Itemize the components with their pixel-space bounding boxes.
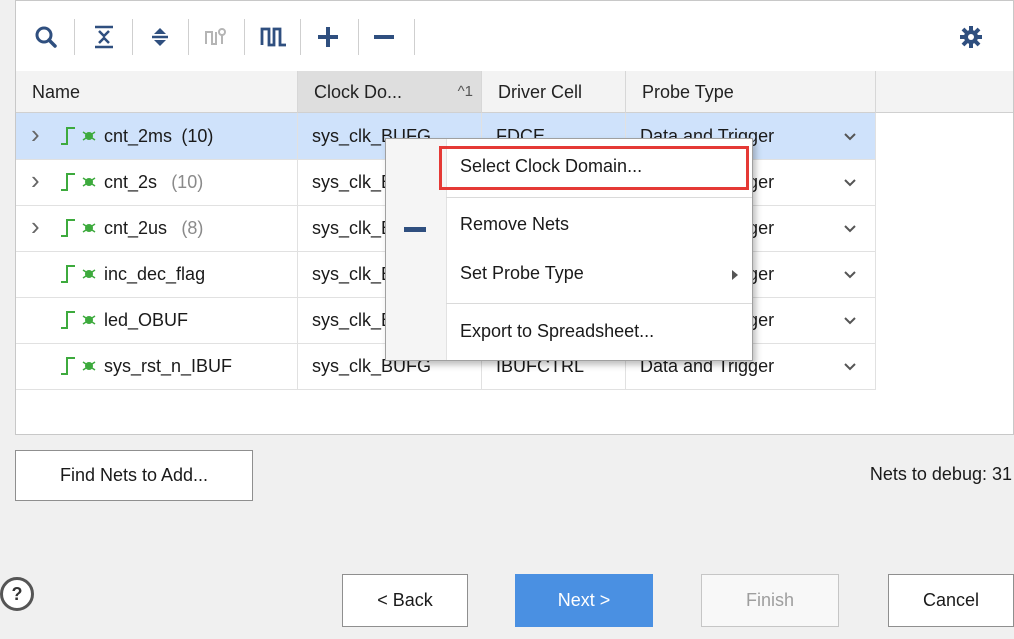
cell-name: sys_rst_n_IBUF [16,343,298,389]
net-icon [60,356,96,376]
expand-all-icon[interactable] [142,19,178,55]
net-name: sys_rst_n_IBUF [104,356,233,376]
toolbar-separator [414,19,415,55]
net-name: cnt_2ms [104,126,173,146]
net-bit-count: (10) [171,172,204,192]
net-icon [60,218,96,238]
finish-button: Finish [701,574,839,627]
waveform-icon[interactable] [256,19,292,55]
chevron-down-icon[interactable] [843,159,857,205]
net-icon [60,264,96,284]
cancel-button[interactable]: Cancel [888,574,1014,627]
column-header-clock-domain[interactable]: Clock Do... ^1 [298,71,482,113]
toolbar-separator [74,19,75,55]
back-button[interactable]: < Back [342,574,468,627]
toolbar [16,1,1013,72]
next-button[interactable]: Next > [515,574,653,627]
help-icon: ? [11,583,23,604]
cell-name: › cnt_2s (10) [16,159,298,205]
menu-separator [446,303,752,304]
chevron-down-icon[interactable] [843,205,857,251]
toolbar-separator [244,19,245,55]
column-header-label: Name [32,82,81,102]
cell-name: led_OBUF [16,297,298,343]
toolbar-separator [132,19,133,55]
net-bit-count: (8) [181,218,204,238]
menu-item-select-clock-domain[interactable]: Select Clock Domain... [460,156,642,177]
column-header-probe-type[interactable]: Probe Type [626,71,876,113]
chevron-down-icon[interactable] [843,113,857,159]
column-header-label: Clock Do... [314,82,403,102]
column-header-driver-cell[interactable]: Driver Cell [482,71,626,113]
expand-chevron-icon[interactable]: › [31,205,40,249]
nets-to-debug-count: Nets to debug: 31 [869,464,1012,484]
toolbar-separator [300,19,301,55]
submenu-arrow-icon [732,270,738,280]
net-icon [60,172,96,192]
chevron-down-icon[interactable] [843,251,857,297]
column-header-name[interactable]: Name [16,71,298,113]
probe-icon [198,19,234,55]
help-button[interactable]: ? [0,577,34,611]
net-icon [60,126,96,146]
chevron-down-icon[interactable] [843,297,857,343]
context-menu: Select Clock Domain... Remove Nets Set P… [385,138,753,361]
chevron-down-icon[interactable] [843,343,857,389]
net-name: cnt_2us [104,218,168,238]
collapse-all-icon[interactable] [86,19,122,55]
button-label: Find Nets to Add... [59,465,209,485]
menu-item-export-to-spreadsheet[interactable]: Export to Spreadsheet... [460,321,654,342]
expand-chevron-icon[interactable]: › [31,113,40,157]
cell-name: inc_dec_flag [16,251,298,297]
net-name: inc_dec_flag [104,264,206,284]
sort-indicator: ^1 [457,83,473,100]
expand-chevron-icon[interactable]: › [31,159,40,203]
column-header-label: Driver Cell [498,82,583,102]
button-label: < Back [377,590,433,610]
column-header-label: Probe Type [642,82,734,102]
net-icon [60,310,96,330]
net-bit-count: (10) [181,126,214,146]
search-icon[interactable] [28,19,64,55]
cell-name: › cnt_2us (8) [16,205,298,251]
menu-item-set-probe-type[interactable]: Set Probe Type [460,263,584,284]
column-header-filler [876,71,1013,113]
add-icon[interactable] [310,19,346,55]
menu-icon-gutter [386,139,447,360]
net-name: led_OBUF [104,310,189,330]
button-label: Cancel [922,590,980,610]
remove-icon [404,227,426,232]
net-name: cnt_2s [104,172,158,192]
toolbar-separator [358,19,359,55]
toolbar-separator [188,19,189,55]
button-label: Next > [557,590,611,610]
cell-name: › cnt_2ms (10) [16,113,298,159]
find-nets-to-add-button[interactable]: Find Nets to Add... [15,450,253,501]
menu-separator [446,197,752,198]
gear-icon[interactable] [953,19,989,55]
menu-item-remove-nets[interactable]: Remove Nets [460,214,569,235]
remove-icon[interactable] [366,19,402,55]
button-label: Finish [745,590,794,610]
